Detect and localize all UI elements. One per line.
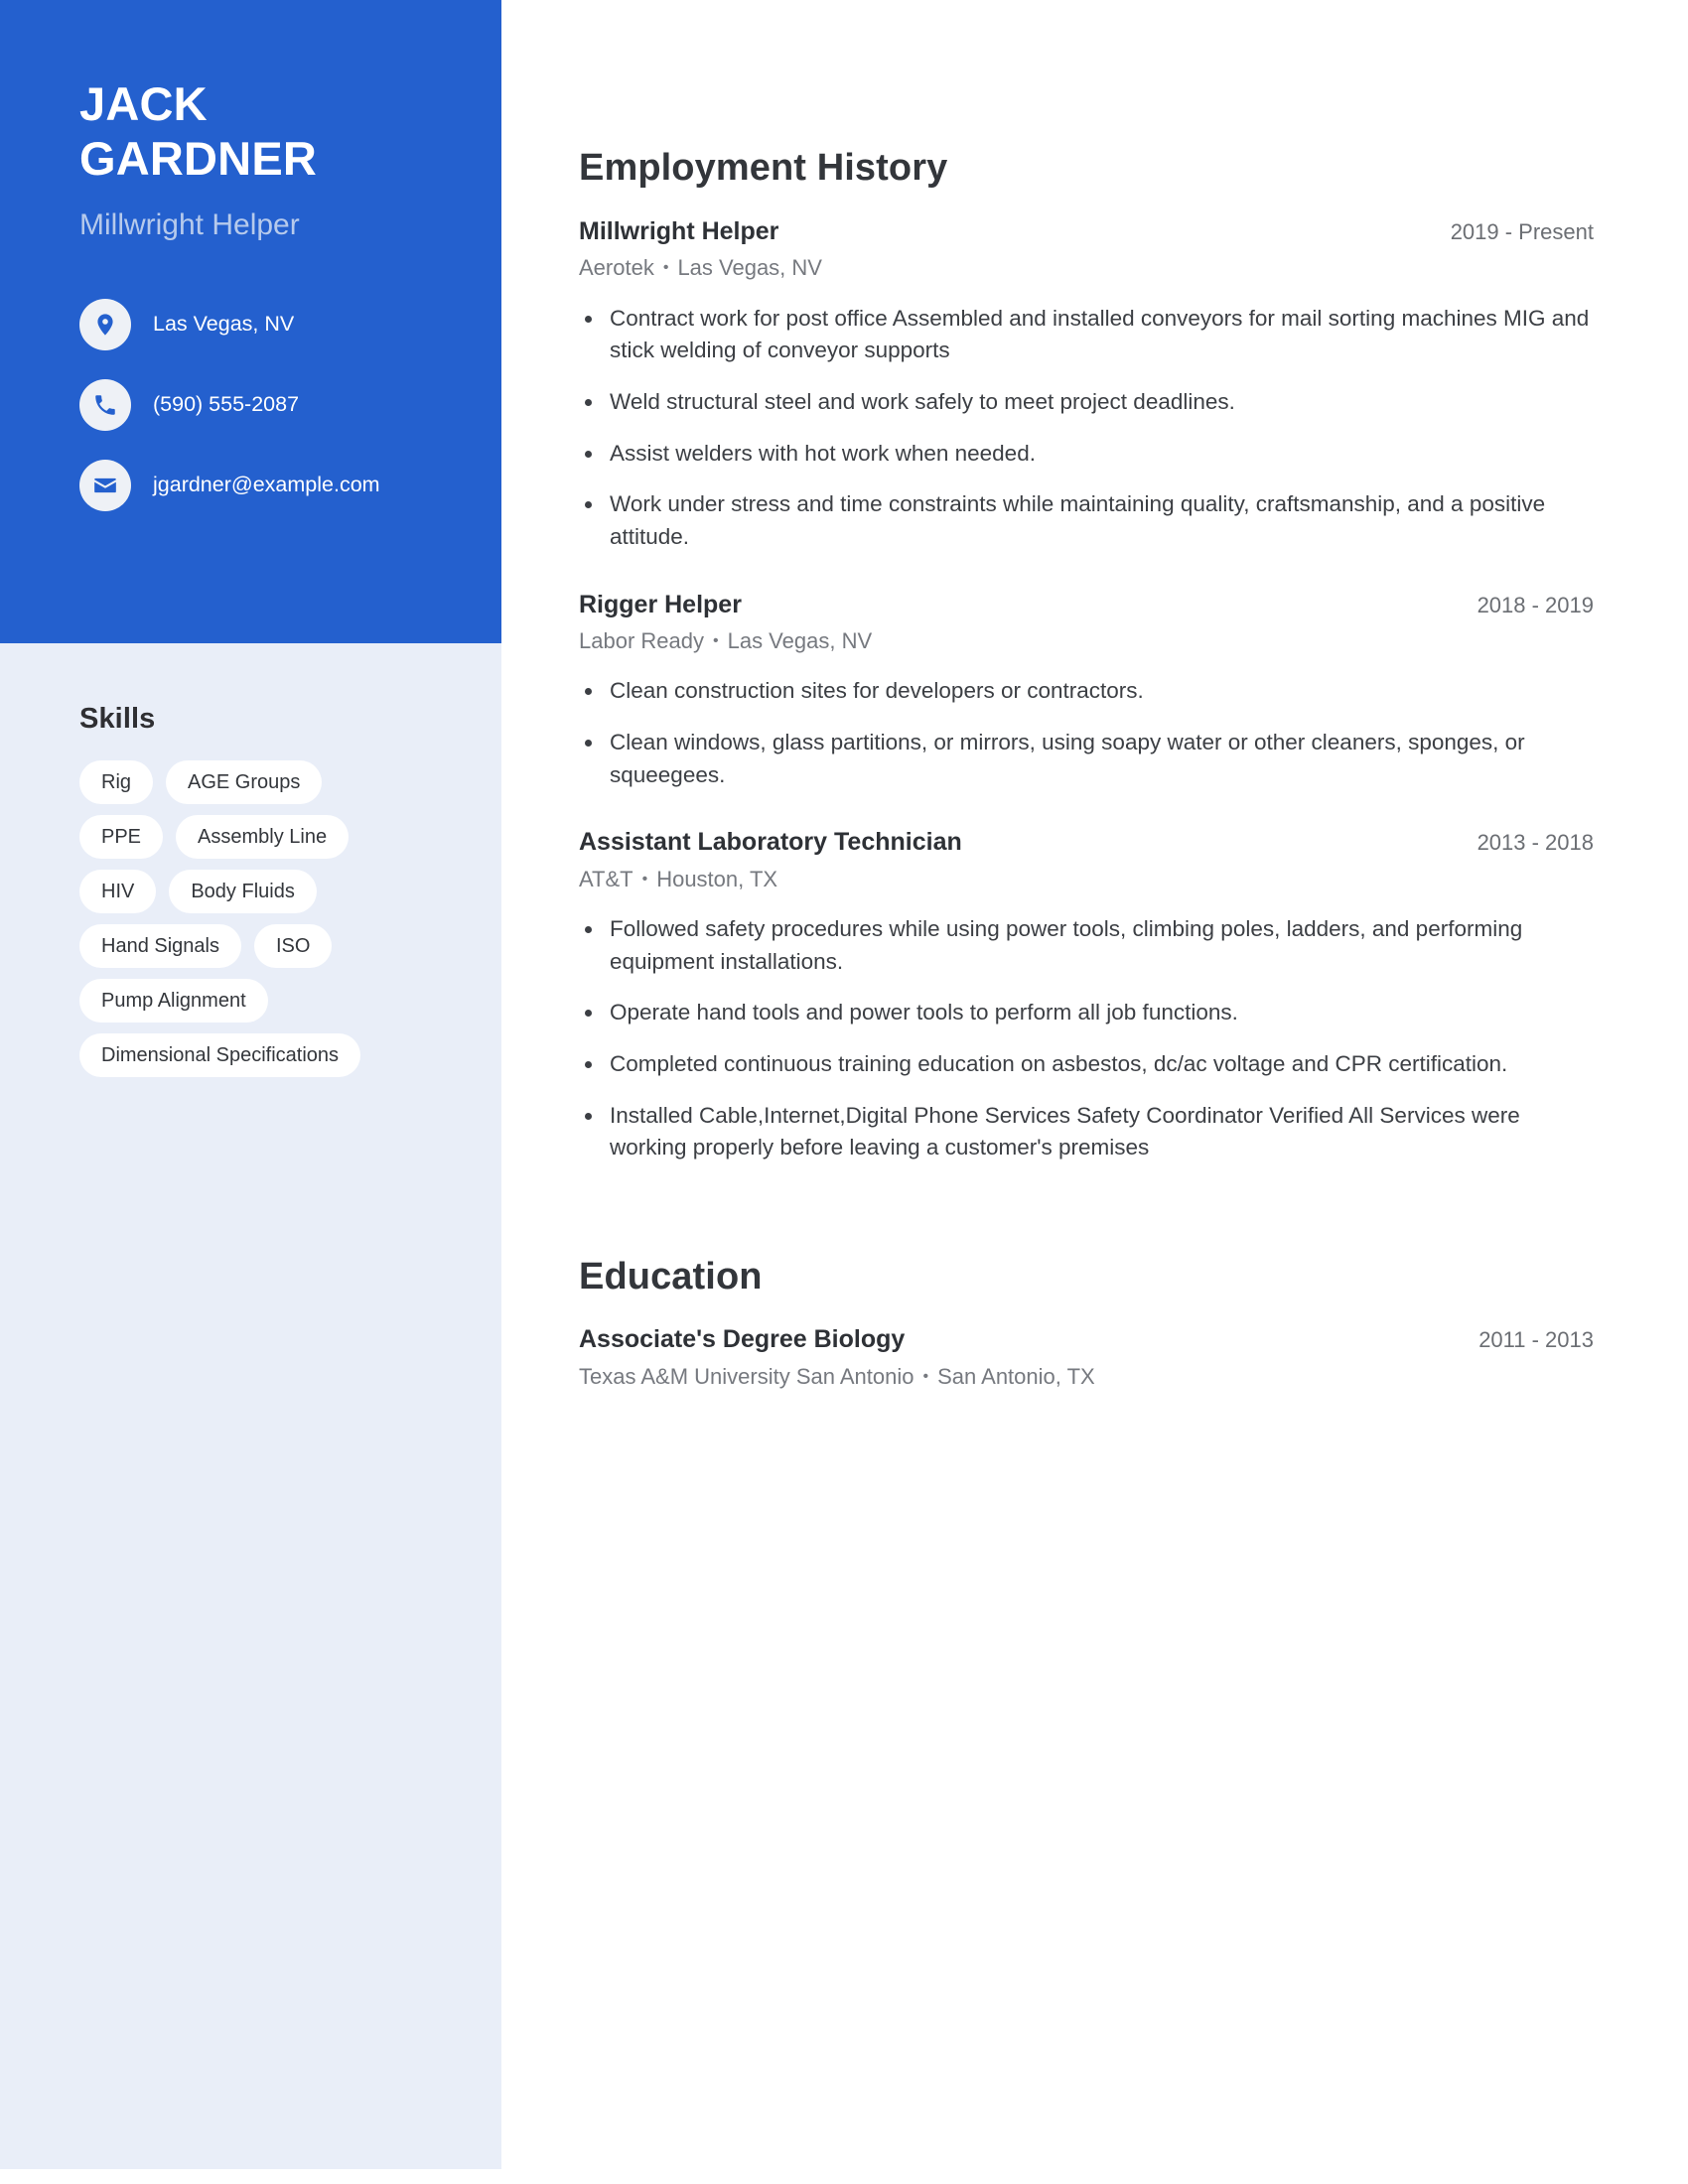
skill-pill[interactable]: ISO bbox=[253, 924, 333, 968]
entry-meta: AT&T • Houston, TX bbox=[579, 866, 1594, 894]
skill-pill[interactable]: Rig bbox=[79, 760, 154, 804]
entry-location: Las Vegas, NV bbox=[727, 627, 873, 653]
entry-bullet-list: Clean construction sites for developers … bbox=[579, 675, 1594, 791]
entry-company: Labor Ready bbox=[579, 627, 704, 653]
entry-dates: 2018 - 2019 bbox=[1477, 592, 1594, 617]
sidebar-header: JACK GARDNER Millwright Helper Las Vegas… bbox=[0, 0, 501, 643]
entry-header: Rigger Helper 2018 - 2019 bbox=[579, 590, 1594, 620]
entry-role: Rigger Helper bbox=[579, 590, 742, 618]
contact-item-email[interactable]: jgardner@example.com bbox=[79, 460, 442, 512]
entry-bullet: Clean windows, glass partitions, or mirr… bbox=[579, 727, 1594, 791]
contact-list: Las Vegas, NV (590) 555-2087 jgardner@ex… bbox=[79, 299, 442, 512]
skill-pill[interactable]: AGE Groups bbox=[166, 760, 323, 804]
meta-separator-icon: • bbox=[662, 259, 669, 277]
employment-entry: Assistant Laboratory Technician 2013 - 2… bbox=[579, 827, 1594, 1164]
skill-pill[interactable]: Assembly Line bbox=[176, 815, 350, 859]
skill-pill[interactable]: Dimensional Specifications bbox=[79, 1033, 361, 1077]
entry-role: Assistant Laboratory Technician bbox=[579, 828, 962, 857]
entry-bullet: Assist welders with hot work when needed… bbox=[579, 438, 1594, 471]
entry-meta: Labor Ready • Las Vegas, NV bbox=[579, 627, 1594, 656]
entry-bullet: Contract work for post office Assembled … bbox=[579, 303, 1594, 367]
entry-location: San Antonio, TX bbox=[937, 1364, 1095, 1390]
last-name: GARDNER bbox=[79, 131, 318, 185]
entry-meta: Texas A&M University San Antonio • San Ant… bbox=[579, 1363, 1594, 1392]
employment-history-heading: Employment History bbox=[579, 147, 948, 189]
entry-bullet: Operate hand tools and power tools to pe… bbox=[579, 997, 1594, 1029]
skill-pill[interactable]: PPE bbox=[79, 815, 164, 859]
degree-title: Associate's Degree Biology bbox=[579, 1324, 906, 1353]
skill-pill[interactable]: Body Fluids bbox=[169, 870, 317, 913]
skill-pill[interactable]: HIV bbox=[79, 870, 157, 913]
entry-company: AT&T bbox=[579, 866, 633, 891]
education-heading: Education bbox=[579, 1255, 763, 1297]
education-entry: Associate's Degree Biology 2011 - 2013 T… bbox=[579, 1324, 1594, 1392]
entry-location: Las Vegas, NV bbox=[677, 255, 822, 281]
entry-bullet: Clean construction sites for developers … bbox=[579, 675, 1594, 708]
entry-dates: 2019 - Present bbox=[1450, 219, 1594, 244]
contact-item-location[interactable]: Las Vegas, NV bbox=[79, 299, 442, 351]
entry-header: Associate's Degree Biology 2011 - 2013 bbox=[579, 1324, 1594, 1355]
contact-phone-text: (590) 555-2087 bbox=[153, 392, 300, 417]
entry-bullet: Followed safety procedures while using p… bbox=[579, 913, 1594, 978]
entry-header: Assistant Laboratory Technician 2013 - 2… bbox=[579, 827, 1594, 858]
skills-heading: Skills bbox=[79, 703, 156, 735]
contact-item-phone[interactable]: (590) 555-2087 bbox=[79, 379, 442, 432]
contact-email-text: jgardner@example.com bbox=[153, 473, 380, 497]
skill-pill[interactable]: Hand Signals bbox=[79, 924, 241, 968]
resume-page: JACK GARDNER Millwright Helper Las Vegas… bbox=[0, 0, 1688, 2184]
skills-section: Skills Rig AGE Groups PPE Assembly Line … bbox=[0, 643, 501, 1077]
phone-icon bbox=[79, 379, 131, 432]
entry-company: Aerotek bbox=[579, 255, 654, 281]
first-name: JACK bbox=[79, 77, 208, 130]
meta-separator-icon: • bbox=[712, 631, 719, 649]
entry-header: Millwright Helper 2019 - Present bbox=[579, 216, 1594, 247]
main-content: Employment History Millwright Helper 201… bbox=[579, 0, 1594, 1392]
employment-entry: Millwright Helper 2019 - Present Aerotek… bbox=[579, 216, 1594, 554]
candidate-title: Millwright Helper bbox=[79, 208, 300, 242]
entry-role: Millwright Helper bbox=[579, 217, 779, 245]
meta-separator-icon: • bbox=[922, 1368, 929, 1386]
entry-dates: 2011 - 2013 bbox=[1478, 1326, 1594, 1352]
entry-bullet-list: Followed safety procedures while using p… bbox=[579, 913, 1594, 1164]
entry-bullet: Completed continuous training education … bbox=[579, 1048, 1594, 1081]
candidate-name: JACK GARDNER bbox=[79, 77, 442, 186]
school-name: Texas A&M University San Antonio bbox=[579, 1364, 914, 1390]
entry-dates: 2013 - 2018 bbox=[1477, 830, 1594, 856]
employment-entry: Rigger Helper 2018 - 2019 Labor Ready • La… bbox=[579, 590, 1594, 792]
skills-pill-list: Rig AGE Groups PPE Assembly Line HIV Bod… bbox=[79, 760, 417, 1077]
meta-separator-icon: • bbox=[641, 870, 648, 887]
entry-meta: Aerotek • Las Vegas, NV bbox=[579, 254, 1594, 283]
entry-location: Houston, TX bbox=[656, 866, 778, 891]
entry-bullet: Installed Cable,Internet,Digital Phone S… bbox=[579, 1100, 1594, 1164]
entry-bullet-list: Contract work for post office Assembled … bbox=[579, 303, 1594, 554]
sidebar: JACK GARDNER Millwright Helper Las Vegas… bbox=[0, 0, 501, 2169]
entry-bullet: Work under stress and time constraints w… bbox=[579, 488, 1594, 553]
entry-bullet: Weld structural steel and work safely to… bbox=[579, 386, 1594, 419]
envelope-icon bbox=[79, 460, 131, 512]
contact-location-text: Las Vegas, NV bbox=[153, 312, 295, 337]
map-pin-icon bbox=[79, 299, 131, 351]
skill-pill[interactable]: Pump Alignment bbox=[79, 979, 268, 1023]
